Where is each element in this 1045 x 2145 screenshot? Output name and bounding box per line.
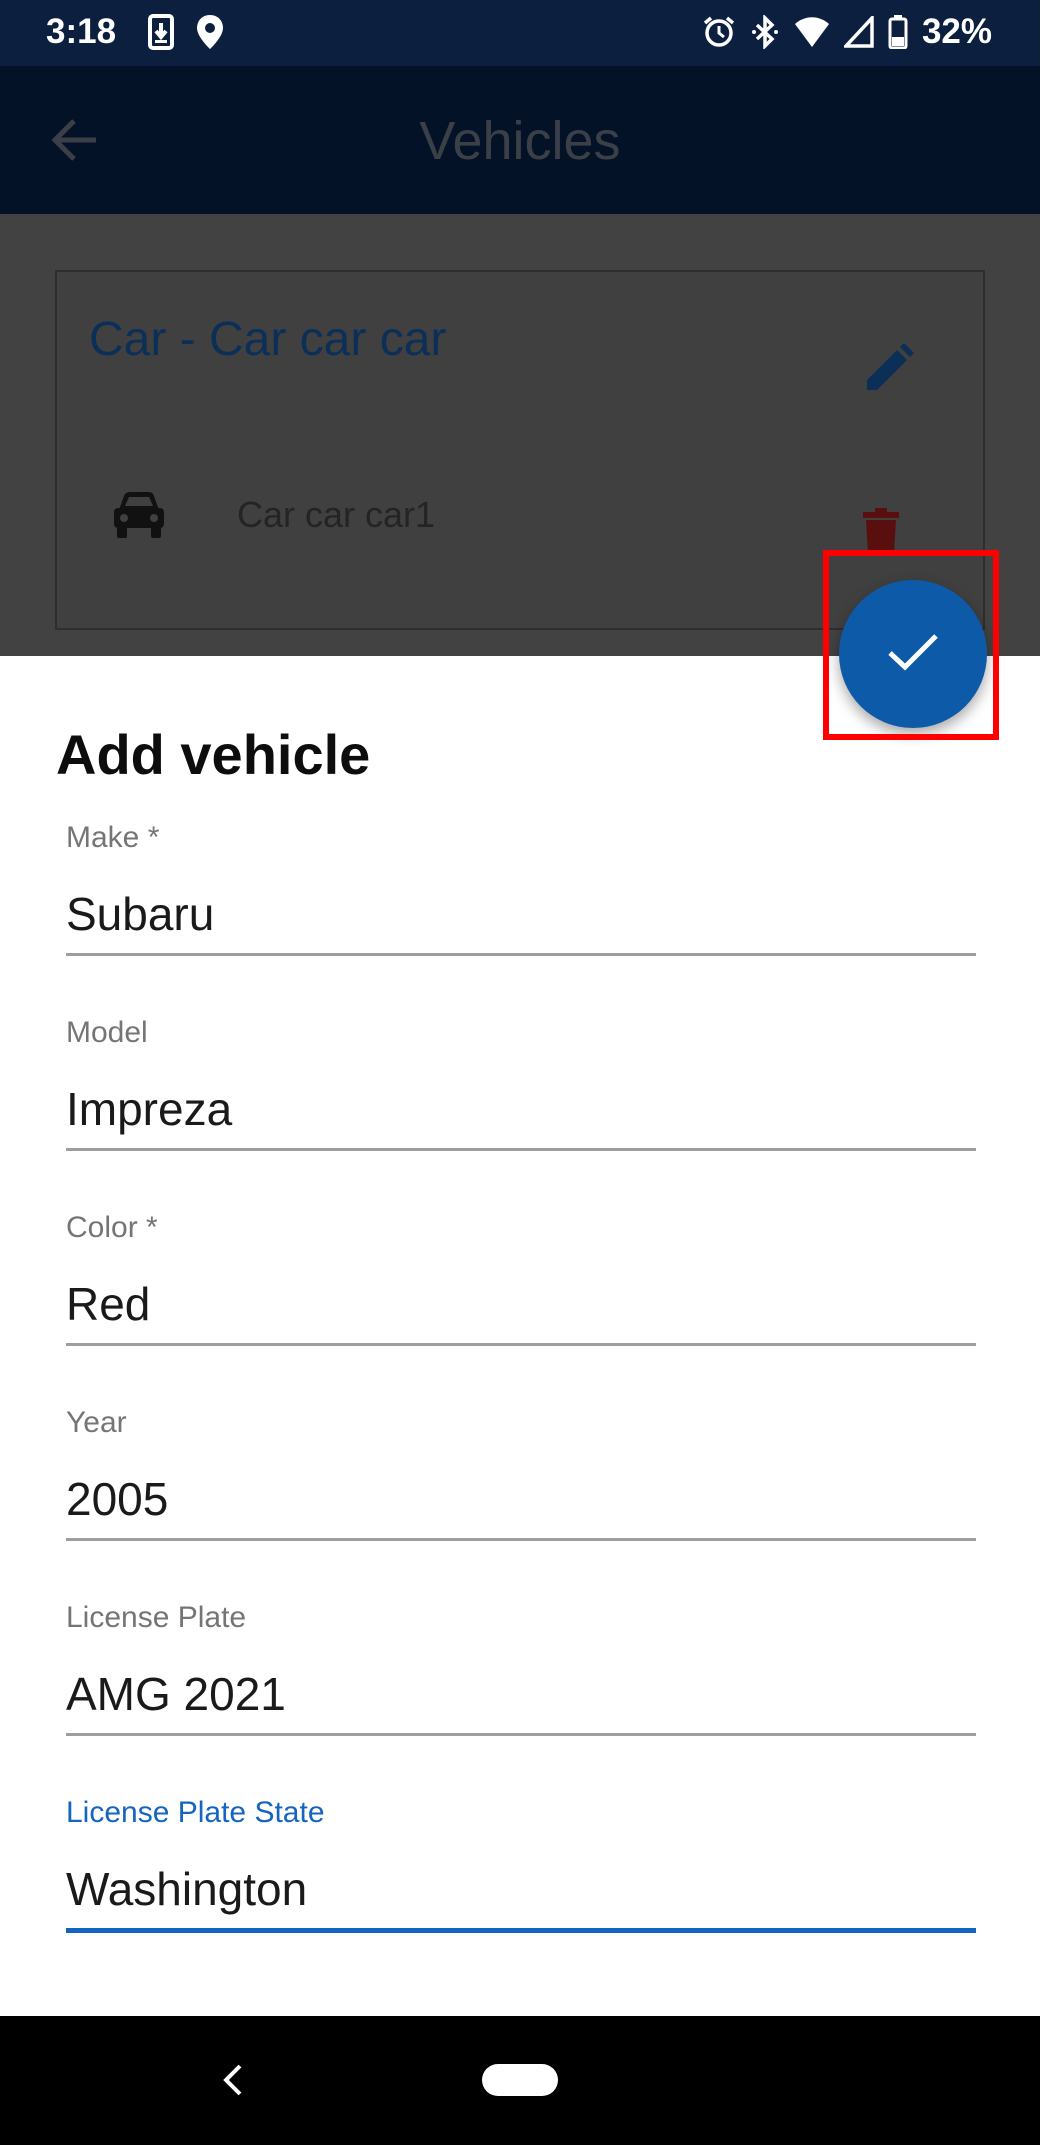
- model-label: Model: [66, 1016, 148, 1049]
- license-plate-state-label: License Plate State: [66, 1796, 325, 1829]
- model-input[interactable]: Impreza: [66, 1082, 232, 1136]
- year-field[interactable]: Year 2005: [66, 1406, 976, 1602]
- vehicle-name: Car car car1: [237, 494, 436, 535]
- color-input[interactable]: Red: [66, 1277, 150, 1331]
- model-underline: [66, 1148, 976, 1151]
- color-underline: [66, 1343, 976, 1346]
- nav-home-button[interactable]: [482, 2064, 558, 2096]
- status-left-icons: [148, 14, 224, 55]
- license-plate-state-field[interactable]: License Plate State Washington: [66, 1796, 976, 1992]
- car-icon: [111, 490, 167, 545]
- highlight-box: [823, 550, 999, 740]
- model-field[interactable]: Model Impreza: [66, 1016, 976, 1212]
- sheet-title: Add vehicle: [56, 723, 371, 786]
- battery-percent: 32%: [921, 12, 992, 51]
- vehicle-card-title: Car - Car car car: [89, 313, 447, 366]
- color-label: Color *: [66, 1211, 158, 1244]
- bluetooth-icon: [750, 15, 780, 49]
- app-bar: Vehicles: [0, 66, 1040, 214]
- make-input[interactable]: Subaru: [66, 887, 214, 941]
- signal-icon: [843, 16, 874, 48]
- make-field[interactable]: Make * Subaru: [66, 821, 976, 1017]
- navigation-bar: [0, 2016, 1040, 2145]
- year-underline: [66, 1538, 976, 1541]
- location-icon: [196, 14, 224, 55]
- status-right: 32%: [702, 12, 992, 52]
- status-time: 3:18: [46, 12, 117, 51]
- nav-back-icon[interactable]: [220, 2062, 246, 2103]
- year-input[interactable]: 2005: [66, 1472, 168, 1526]
- battery-icon: [888, 15, 908, 49]
- status-bar: 3:18 32%: [0, 0, 1040, 66]
- color-field[interactable]: Color * Red: [66, 1211, 976, 1407]
- screen: 3:18 32% Vehicles Car - Car car car Car …: [0, 0, 1045, 2145]
- wifi-icon: [794, 16, 830, 48]
- license-plate-label: License Plate: [66, 1601, 247, 1634]
- edit-icon[interactable]: [863, 342, 915, 399]
- license-plate-underline: [66, 1733, 976, 1736]
- make-underline: [66, 953, 976, 956]
- year-label: Year: [66, 1406, 127, 1439]
- license-plate-state-underline: [66, 1928, 976, 1933]
- license-plate-field[interactable]: License Plate AMG 2021: [66, 1601, 976, 1797]
- alarm-icon: [702, 15, 736, 49]
- make-label: Make *: [66, 821, 160, 854]
- license-plate-input[interactable]: AMG 2021: [66, 1667, 286, 1721]
- page-title: Vehicles: [419, 111, 621, 171]
- license-plate-state-input[interactable]: Washington: [66, 1862, 307, 1916]
- add-vehicle-sheet: Add vehicle Make * Subaru Model Impreza …: [0, 656, 1040, 2016]
- download-icon: [148, 14, 174, 55]
